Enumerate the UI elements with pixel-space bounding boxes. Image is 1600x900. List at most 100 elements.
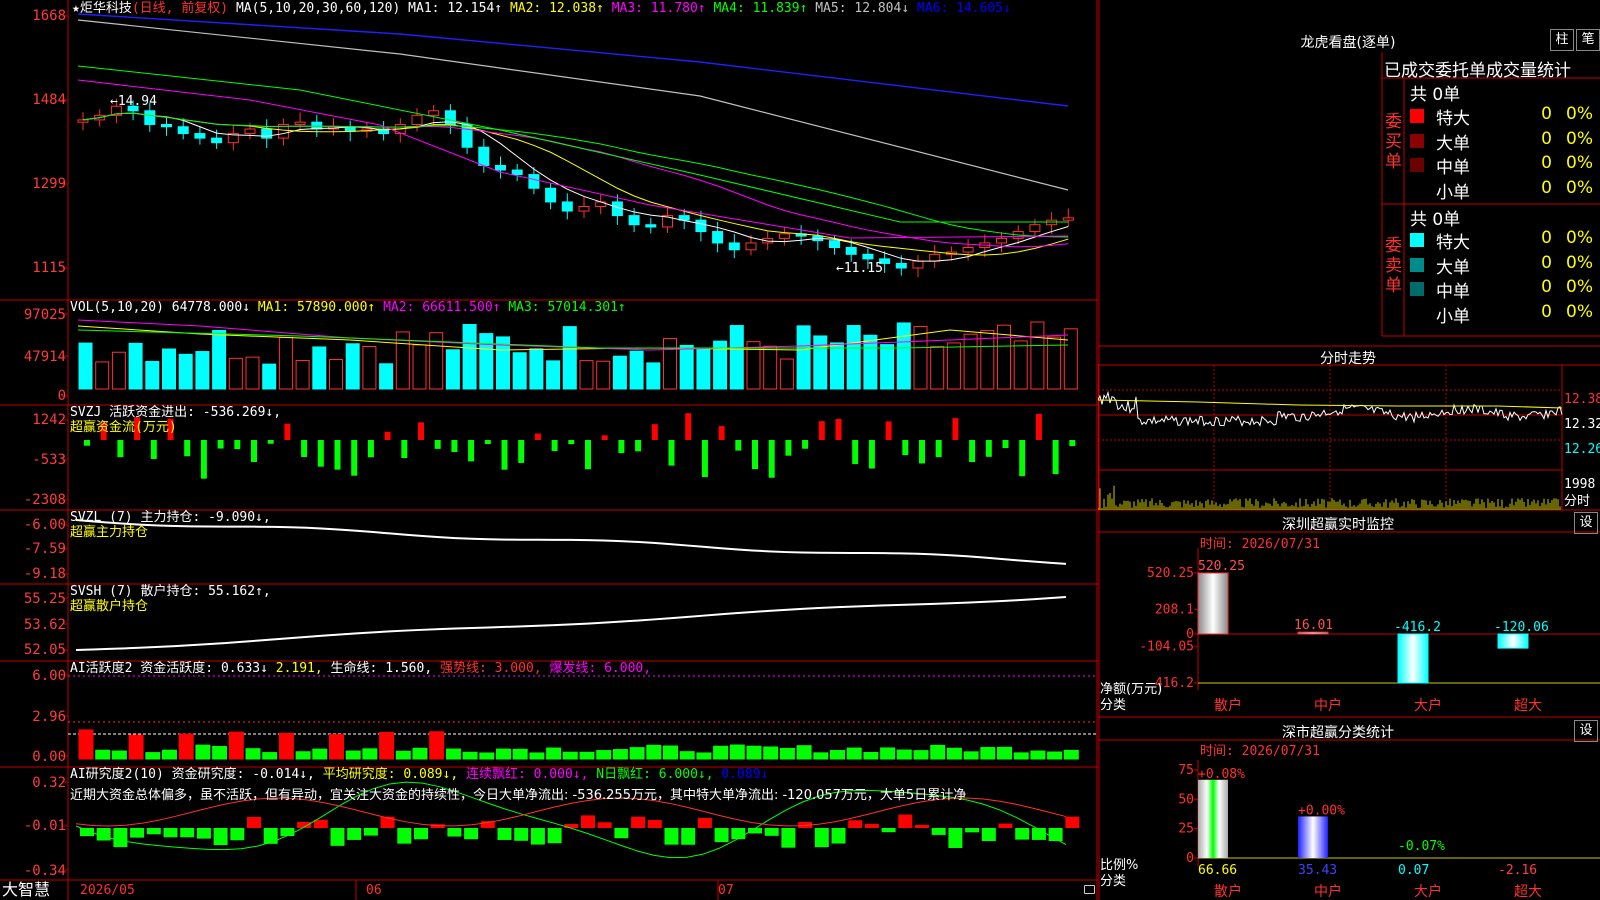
fund-flow-bar <box>969 440 976 462</box>
buy-total: 共 0单 <box>1410 85 1461 105</box>
sell-row-label: 中单 <box>1436 282 1470 302</box>
candle-body <box>545 187 557 203</box>
research-bar <box>614 828 629 839</box>
activity-bar <box>963 751 979 760</box>
ma6-label: MA6: 14.605↓ <box>917 1 1011 16</box>
volume-bar <box>763 345 778 390</box>
fund-flow-bar <box>1002 440 1009 449</box>
sell-row-pct: 0% <box>1566 301 1593 322</box>
candle-body <box>177 126 189 135</box>
research-bar <box>881 828 896 833</box>
fund-flow-bar <box>818 421 825 440</box>
sz-category: 超大 <box>1514 698 1542 714</box>
research-bar <box>397 828 412 844</box>
activity-bar <box>245 748 261 760</box>
activity-bar <box>445 748 461 760</box>
research-bar <box>213 828 228 846</box>
activity-bar <box>1047 751 1063 760</box>
activity-bar <box>663 745 678 760</box>
activity-bar <box>379 731 395 760</box>
svsh-tick: 53.62 <box>23 617 66 633</box>
volume-bar <box>262 363 277 390</box>
ai-research-header: AI研究度2(10) 资金研究度: -0.014↓, 平均研究度: 0.089↓… <box>70 767 769 782</box>
activity-bar <box>779 747 795 760</box>
buy-swatch <box>1410 158 1424 172</box>
fund-flow-bar <box>217 440 224 449</box>
ma1-label: MA1: 12.154↑ <box>408 1 503 16</box>
svzj-tick: -533 <box>32 452 66 468</box>
candle-body <box>194 133 206 139</box>
ai1-tick: 2.96 <box>32 709 66 725</box>
research-bar <box>280 828 295 837</box>
svzj-tick: -2308 <box>23 492 66 508</box>
volume-bar <box>562 326 577 390</box>
intraday-price-tick: 12.38 <box>1564 392 1600 407</box>
fl-tick: 25 <box>1178 822 1194 837</box>
fl-bar <box>1298 816 1328 858</box>
activity-bar <box>546 747 562 760</box>
activity-bar <box>412 747 428 760</box>
fl-change-label: +0.08% <box>1198 767 1245 782</box>
activity-bar <box>362 748 378 760</box>
activity-bar <box>997 746 1012 760</box>
sell-row-count: 0 <box>1541 277 1552 297</box>
research-bar <box>915 824 929 828</box>
sz-ylabel: 净额(万元) <box>1100 682 1163 697</box>
volume-bar <box>128 342 143 390</box>
ai1-tick: 6.00 <box>32 668 66 684</box>
kline-chart-svg[interactable] <box>0 0 1098 900</box>
volume-bar <box>445 349 460 390</box>
volume-bar <box>329 359 343 390</box>
buy-side-label: 委买单 <box>1385 112 1402 172</box>
fund-flow-bar <box>251 440 257 462</box>
price-pane-header: ★炬华科技(日线, 前复权) MA(5,10,20,30,60,120) MA1… <box>72 1 1011 16</box>
lock-icon[interactable] <box>1084 885 1095 894</box>
svzl-subtitle: 超赢主力持仓 <box>70 525 149 540</box>
ai2-tick: 0.32 <box>32 775 66 791</box>
volume-bar <box>946 342 961 390</box>
activity-bar <box>479 752 495 760</box>
fund-flow-bar <box>451 440 458 453</box>
fl-ylabel: 比例% <box>1100 858 1139 873</box>
stock-title[interactable]: ★炬华科技 <box>72 1 132 16</box>
vol-tick: 0 <box>57 388 66 404</box>
ma-green-line <box>77 65 1068 223</box>
research-bar <box>130 828 145 838</box>
column-view-button[interactable]: 柱 <box>1550 29 1574 51</box>
volume-bar <box>846 325 861 390</box>
candle-body <box>294 121 306 125</box>
activity-bar <box>880 747 896 760</box>
volume-bar <box>212 329 227 390</box>
activity-bar <box>429 731 445 760</box>
sell-row-count: 0 <box>1541 228 1552 248</box>
candle-body <box>929 253 941 262</box>
fl-change-label: +0.00% <box>1298 803 1345 818</box>
sz-category: 散户 <box>1214 697 1242 714</box>
research-bar <box>664 828 679 845</box>
fl-change-label: -0.07% <box>1398 839 1445 854</box>
buy-row-count: 0 <box>1541 153 1552 173</box>
svsh-tick: 55.25 <box>23 591 66 607</box>
sz-settings-button[interactable]: 设 <box>1574 512 1598 534</box>
research-bar <box>196 828 211 839</box>
tick-view-button[interactable]: 笔 <box>1576 29 1600 51</box>
candle-body <box>211 137 223 144</box>
ma4-label: MA4: 11.839↑ <box>713 1 808 16</box>
vol-tick: 47914 <box>23 349 66 365</box>
intraday-unit: 分时 <box>1564 494 1591 509</box>
chart-area[interactable]: ★炬华科技(日线, 前复权) MA(5,10,20,30,60,120) MA1… <box>0 0 1098 900</box>
activity-bar <box>278 732 294 760</box>
research-bar <box>981 828 996 842</box>
fund-flow-bar <box>334 440 341 470</box>
activity-bar <box>830 750 845 760</box>
dragon-tiger-title: 龙虎看盘(逐单) <box>1300 35 1396 51</box>
activity-bar <box>512 748 528 760</box>
fund-flow-bar <box>418 422 424 440</box>
research-bar <box>330 828 345 846</box>
fund-flow-bar <box>384 431 391 440</box>
fund-flow-bar <box>484 440 491 444</box>
candle-body <box>478 146 490 166</box>
volume-bar <box>195 351 210 390</box>
fl-settings-button[interactable]: 设 <box>1574 720 1598 742</box>
activity-bar <box>145 752 161 760</box>
